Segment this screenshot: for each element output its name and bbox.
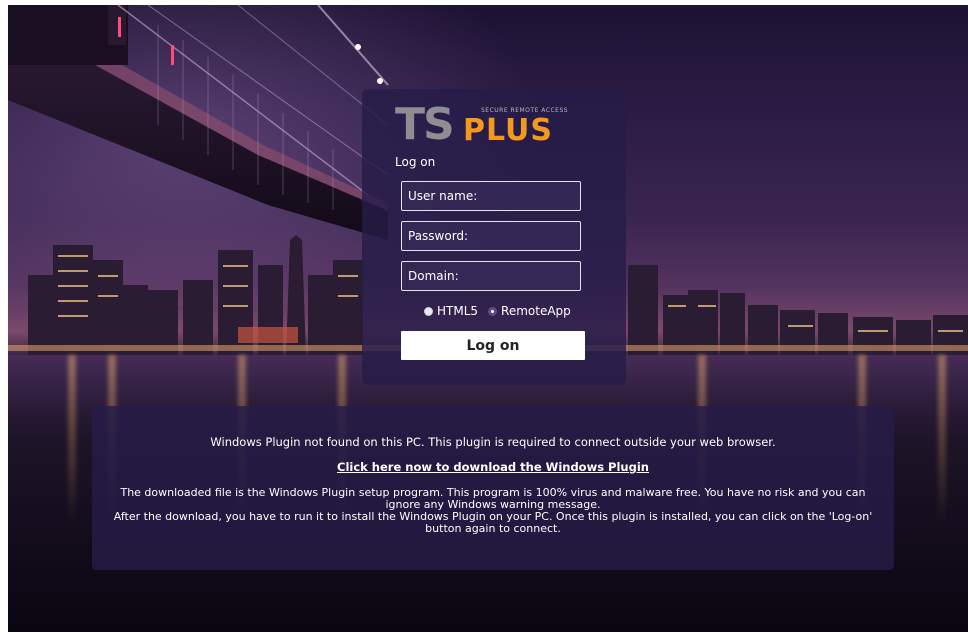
radio-html5-label: HTML5 <box>437 304 479 318</box>
radio-remoteapp[interactable]: RemoteApp <box>488 304 571 318</box>
plugin-not-found-message: Windows Plugin not found on this PC. Thi… <box>210 435 776 449</box>
plugin-info-paragraph-2: After the download, you have to run it t… <box>113 510 873 535</box>
radio-remoteapp-dot[interactable] <box>488 306 498 316</box>
download-plugin-link[interactable]: Click here now to download the Windows P… <box>92 461 894 473</box>
login-panel: TS SECURE REMOTE ACCESS PLUS Log on HTML… <box>362 89 626 385</box>
plugin-info-paragraph-1: The downloaded file is the Windows Plugi… <box>120 486 866 511</box>
radio-html5-dot[interactable] <box>424 306 433 316</box>
radio-html5[interactable]: HTML5 <box>424 304 478 318</box>
radio-remoteapp-label: RemoteApp <box>501 304 571 318</box>
logon-button[interactable]: Log on <box>401 331 585 360</box>
logo-ts-text: TS <box>395 99 455 150</box>
username-input[interactable] <box>401 181 581 211</box>
plugin-info-text: The downloaded file is the Windows Plugi… <box>112 487 874 535</box>
light-reflection <box>938 355 946 525</box>
logon-caption: Log on <box>395 155 436 169</box>
domain-input[interactable] <box>401 261 581 291</box>
logo-plus-text: PLUS <box>463 113 554 148</box>
tsplus-logo: TS SECURE REMOTE ACCESS PLUS <box>395 103 595 147</box>
plugin-notice-panel: Windows Plugin not found on this PC. Thi… <box>92 406 894 570</box>
password-input[interactable] <box>401 221 581 251</box>
connection-mode-options: HTML5 RemoteApp <box>424 303 581 319</box>
light-reflection <box>68 355 76 525</box>
